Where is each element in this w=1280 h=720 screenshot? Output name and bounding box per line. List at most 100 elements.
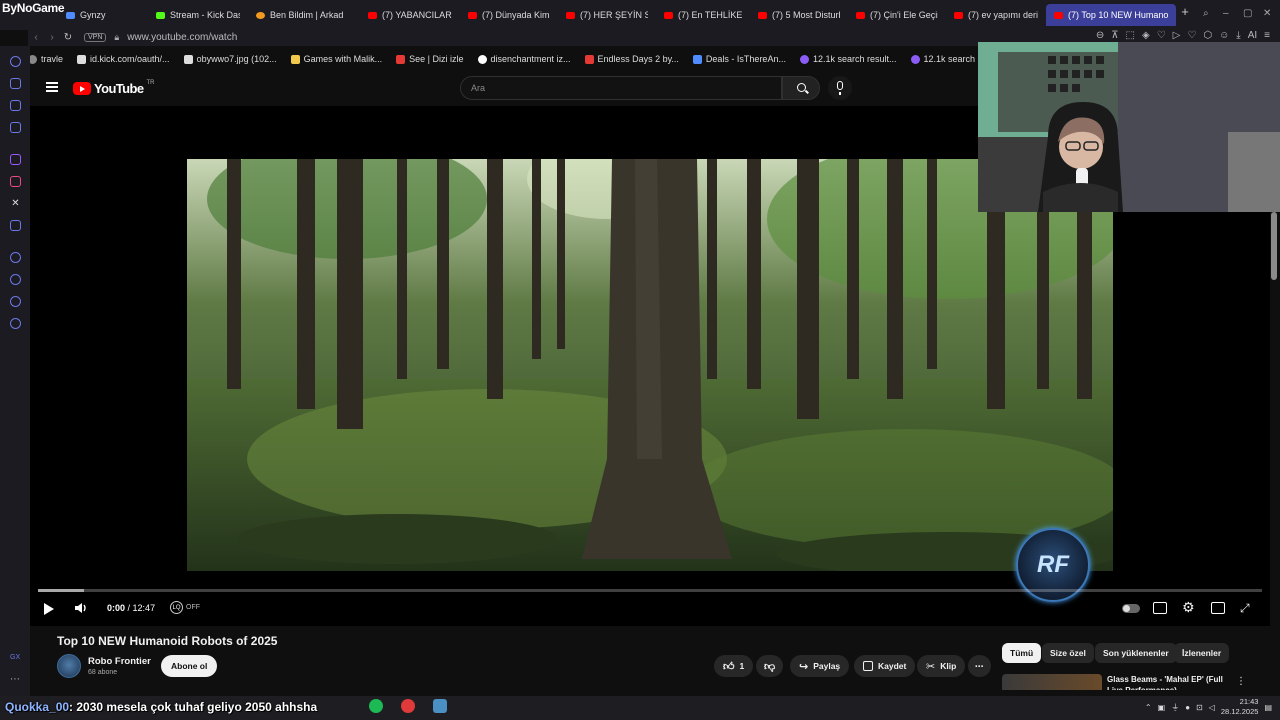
voice-search-button[interactable] (828, 76, 852, 100)
tab-0[interactable]: Gynzy (58, 4, 148, 26)
bookmark-item[interactable]: See | Dizi izle (396, 54, 464, 64)
sidebar-gx-icon[interactable]: GX (10, 652, 21, 663)
fullscreen-icon[interactable]: ⤢ (1240, 602, 1254, 614)
tray-app-icon[interactable]: ▣ (1158, 703, 1166, 712)
x-icon[interactable]: ✕ (10, 198, 21, 209)
settings-gear-icon[interactable]: ⚙ (1182, 600, 1196, 614)
bookmark-item[interactable]: disenchantment iz... (477, 54, 571, 64)
video-frame[interactable] (187, 159, 1113, 571)
account-icon[interactable]: ☺ (1219, 30, 1229, 41)
instagram-icon[interactable] (10, 176, 21, 187)
lock-icon[interactable]: 🔒︎ (114, 32, 119, 43)
opera-gx-icon[interactable] (401, 699, 415, 713)
tab-5[interactable]: (7) HER ŞEYİN Siz (558, 4, 656, 26)
recommendation-thumbnail[interactable] (1002, 674, 1102, 690)
sidebar-bag-icon[interactable] (10, 78, 21, 89)
dislike-button[interactable]: 👎︎ (756, 655, 784, 677)
quality-toggle[interactable]: LQ OFF (170, 601, 200, 614)
bookmark-item[interactable]: travle (28, 54, 63, 64)
clock[interactable]: 21:43 28.12.2025 (1221, 697, 1259, 717)
tab-2[interactable]: Ben Bildim | Arkad (248, 4, 360, 26)
tab-6[interactable]: (7) En TEHLİKELİ (656, 4, 750, 26)
tab-3[interactable]: (7) YABANCILAR (360, 4, 460, 26)
bookmark-item[interactable]: Games with Malik... (290, 54, 382, 64)
hamburger-menu-icon[interactable] (46, 82, 58, 92)
twitch-icon[interactable] (10, 154, 21, 165)
clip-button[interactable]: ✂ Klip (917, 655, 966, 677)
new-tab-button[interactable]: + (1176, 4, 1194, 26)
page-scrollbar[interactable] (1271, 212, 1277, 280)
spotify-icon[interactable] (369, 699, 383, 713)
like-button[interactable]: 👍︎ 1 (714, 655, 754, 677)
back-icon[interactable]: ‹ (28, 32, 44, 43)
progress-bar[interactable] (38, 589, 1262, 592)
search-tabs-icon[interactable]: ⌕ (1203, 8, 1209, 19)
minimize-icon[interactable]: – (1223, 8, 1229, 19)
sidebar-refresh-icon[interactable] (10, 56, 21, 67)
more-vertical-icon[interactable]: ⋮ (1236, 676, 1246, 687)
usb-icon[interactable]: ⏚ (1171, 702, 1179, 713)
more-icon[interactable]: ⋯ (10, 674, 21, 685)
more-actions-button[interactable]: ⋯ (968, 655, 991, 677)
close-icon[interactable]: ✕ (1263, 8, 1271, 19)
search-button[interactable] (782, 76, 820, 100)
search-input[interactable]: Ara (460, 76, 782, 100)
miniplayer-icon[interactable] (1211, 602, 1225, 614)
volume-icon[interactable] (74, 602, 88, 614)
channel-avatar[interactable] (57, 654, 81, 678)
heart-icon[interactable]: ♡ (1157, 30, 1166, 41)
settings-icon[interactable] (10, 318, 21, 329)
autoplay-toggle[interactable] (1122, 604, 1140, 616)
tab-8[interactable]: (7) Çin'i Ele Geçire (848, 4, 946, 26)
ai-icon[interactable]: AI (1248, 30, 1257, 41)
tab-4[interactable]: (7) Dünyada Kims (460, 4, 558, 26)
chip-recently-uploaded[interactable]: Son yüklenenler (1095, 643, 1177, 663)
tray-overflow-icon[interactable]: ⌃ (1145, 703, 1152, 712)
extensions-icon[interactable]: ⬡ (1203, 30, 1212, 41)
screenshot-icon[interactable]: ⬚ (1126, 30, 1135, 41)
bookmark-item[interactable]: Deals - IsThereAn... (692, 54, 786, 64)
play-icon[interactable] (44, 603, 54, 615)
sidebar-cube-icon[interactable] (10, 100, 21, 111)
network-icon[interactable]: ⊡ (1196, 703, 1203, 712)
chip-all[interactable]: Tümü (1002, 643, 1042, 663)
channel-name[interactable]: Robo Frontier (88, 656, 151, 667)
forward-icon[interactable]: › (44, 32, 60, 43)
tab-9[interactable]: (7) ev yapımı derin (946, 4, 1046, 26)
save-button[interactable]: Kaydet (854, 655, 916, 677)
chip-for-you[interactable]: Size özel (1042, 643, 1094, 663)
send-icon[interactable]: ▷ (1173, 30, 1181, 41)
sidebar-chat-icon[interactable] (10, 296, 21, 307)
download-icon[interactable]: ⤓ (1236, 30, 1240, 41)
chip-watched[interactable]: İzlenenler (1174, 643, 1230, 663)
reload-icon[interactable]: ↻ (60, 32, 76, 43)
subtitles-icon[interactable] (1153, 602, 1167, 614)
sidebar-play-icon[interactable] (10, 252, 21, 263)
vpn-badge[interactable]: VPN (84, 32, 107, 42)
bookmark-item[interactable]: 12.1k search result... (799, 54, 897, 64)
maximize-icon[interactable]: ▢ (1243, 8, 1252, 19)
subscribe-button[interactable]: Abone ol (161, 655, 218, 677)
bookmark-item[interactable]: id.kick.com/oauth/... (77, 54, 170, 64)
pin-icon[interactable]: ⊼ (1111, 30, 1118, 41)
bookmark-item[interactable]: Endless Days 2 by... (584, 54, 679, 64)
url-field[interactable]: www.youtube.com/watch (127, 32, 237, 43)
sidebar-m-icon[interactable] (10, 122, 21, 133)
tab-1[interactable]: Stream - Kick Das (148, 4, 248, 26)
notifications-icon[interactable]: ▤ (1264, 703, 1272, 712)
menu-icon[interactable]: ≡ (1264, 30, 1270, 41)
share-button[interactable]: ↪ Paylaş (790, 655, 850, 677)
zoom-out-icon[interactable]: ⊖ (1096, 30, 1104, 41)
mic-tray-icon[interactable]: ● (1185, 703, 1190, 712)
tab-7[interactable]: (7) 5 Most Disturb (750, 4, 848, 26)
recommendation-title[interactable]: Glass Beams - 'Mahal EP' (Full Live Perf… (1107, 674, 1237, 690)
notes-app-icon[interactable] (433, 699, 447, 713)
shield-icon[interactable]: ◈ (1142, 30, 1150, 41)
tab-active[interactable]: (7) Top 10 NEW Humanoid (1046, 4, 1176, 26)
speaker-icon[interactable]: ◁ (1209, 703, 1215, 712)
bookmark-heart-icon[interactable]: ♡ (1187, 30, 1196, 41)
youtube-logo[interactable]: YouTube TR (73, 80, 154, 96)
history-icon[interactable] (10, 274, 21, 285)
bookmark-item[interactable]: obywwo7.jpg (102... (183, 54, 277, 64)
discord-icon[interactable] (10, 220, 21, 231)
